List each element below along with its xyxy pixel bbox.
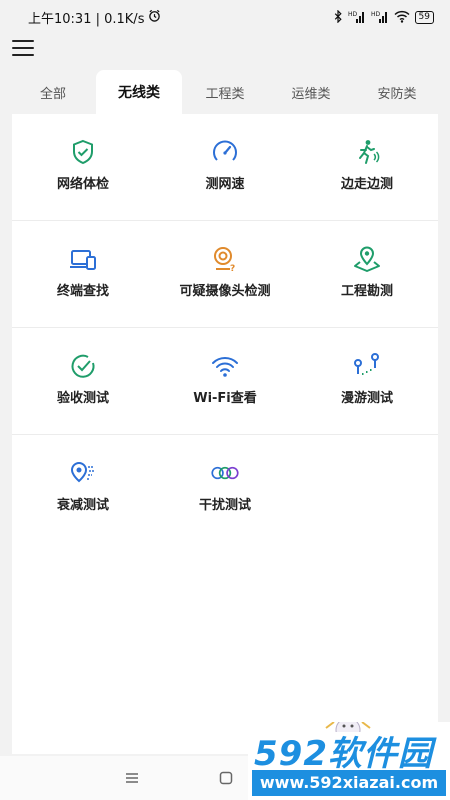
tools-row: 衰减测试 干扰测试 (12, 435, 438, 542)
tool-label: 验收测试 (56, 391, 109, 406)
tool-interference-test[interactable]: 干扰测试 (154, 435, 296, 542)
svg-text:?: ? (230, 264, 235, 273)
check-circle-icon (69, 352, 97, 380)
tool-network-checkup[interactable]: 网络体检 (12, 114, 154, 220)
walking-person-icon (353, 138, 381, 166)
tool-label: 边走边测 (340, 177, 393, 192)
tool-label: 可疑摄像头检测 (179, 284, 271, 299)
tool-label: 工程勘测 (340, 284, 393, 299)
wifi-icon (211, 352, 239, 380)
tool-label: Wi-Fi查看 (193, 391, 257, 406)
home-icon[interactable] (218, 770, 234, 786)
tool-site-survey[interactable]: 工程勘测 (296, 221, 438, 327)
tab-operations[interactable]: 运维类 (268, 70, 354, 114)
tab-security[interactable]: 安防类 (354, 70, 440, 114)
speedometer-icon (211, 138, 239, 166)
tool-label: 终端查找 (56, 284, 109, 299)
tab-engineering[interactable]: 工程类 (182, 70, 268, 114)
status-bar: 上午10:31 | 0.1K/s HD HD 59 (0, 0, 450, 34)
recents-icon[interactable] (124, 770, 140, 786)
alarm-icon (148, 9, 161, 26)
tools-row: 终端查找 ? 可疑摄像头检测 工程勘测 (12, 221, 438, 328)
tool-roaming-test[interactable]: 漫游测试 (296, 328, 438, 434)
shield-check-icon (69, 138, 97, 166)
tool-walk-test[interactable]: 边走边测 (296, 114, 438, 220)
svg-text:HD: HD (371, 11, 381, 18)
tool-hidden-camera-detect[interactable]: ? 可疑摄像头检测 (154, 221, 296, 327)
tool-label: 漫游测试 (340, 391, 393, 406)
tools-row: 网络体检 测网速 边走边测 (12, 114, 438, 221)
signal-pin-icon (69, 459, 97, 487)
camera-question-icon: ? (211, 245, 239, 273)
status-left: 上午10:31 | 0.1K/s (28, 8, 161, 27)
tool-wifi-view[interactable]: Wi-Fi查看 (154, 328, 296, 434)
roaming-icon (353, 352, 381, 380)
status-right: HD HD 59 (333, 8, 434, 25)
rings-icon (211, 459, 239, 487)
tool-label: 干扰测试 (198, 498, 251, 513)
tools-panel: 网络体检 测网速 边走边测 终端查找 ? 可疑摄像头检测 工程勘测 验收测试 W… (12, 114, 438, 754)
bluetooth-icon (333, 8, 343, 25)
menu-icon[interactable] (12, 38, 34, 58)
signal-icon-1: HD (348, 10, 366, 25)
battery-indicator: 59 (414, 10, 434, 24)
tab-wireless[interactable]: 无线类 (96, 70, 182, 114)
svg-text:HD: HD (348, 11, 358, 18)
tool-attenuation-test[interactable]: 衰减测试 (12, 435, 154, 542)
signal-icon-2: HD (371, 10, 389, 25)
category-tabs: 全部 无线类 工程类 运维类 安防类 (10, 70, 440, 114)
watermark: 592软件园 www.592xiazai.com (248, 722, 450, 800)
status-time: 上午10:31 | 0.1K/s (28, 11, 145, 27)
tool-device-finder[interactable]: 终端查找 (12, 221, 154, 327)
tool-acceptance-test[interactable]: 验收测试 (12, 328, 154, 434)
watermark-url: www.592xiazai.com (252, 770, 446, 796)
tools-row: 验收测试 Wi-Fi查看 漫游测试 (12, 328, 438, 435)
tool-label: 衰减测试 (56, 498, 109, 513)
map-pin-icon (353, 245, 381, 273)
tool-label: 测网速 (205, 177, 245, 192)
tab-all[interactable]: 全部 (10, 70, 96, 114)
devices-icon (69, 245, 97, 273)
wifi-status-icon (394, 10, 410, 25)
tool-label: 网络体检 (56, 177, 109, 192)
tool-speed-test[interactable]: 测网速 (154, 114, 296, 220)
watermark-title: 592软件园 (254, 734, 433, 774)
